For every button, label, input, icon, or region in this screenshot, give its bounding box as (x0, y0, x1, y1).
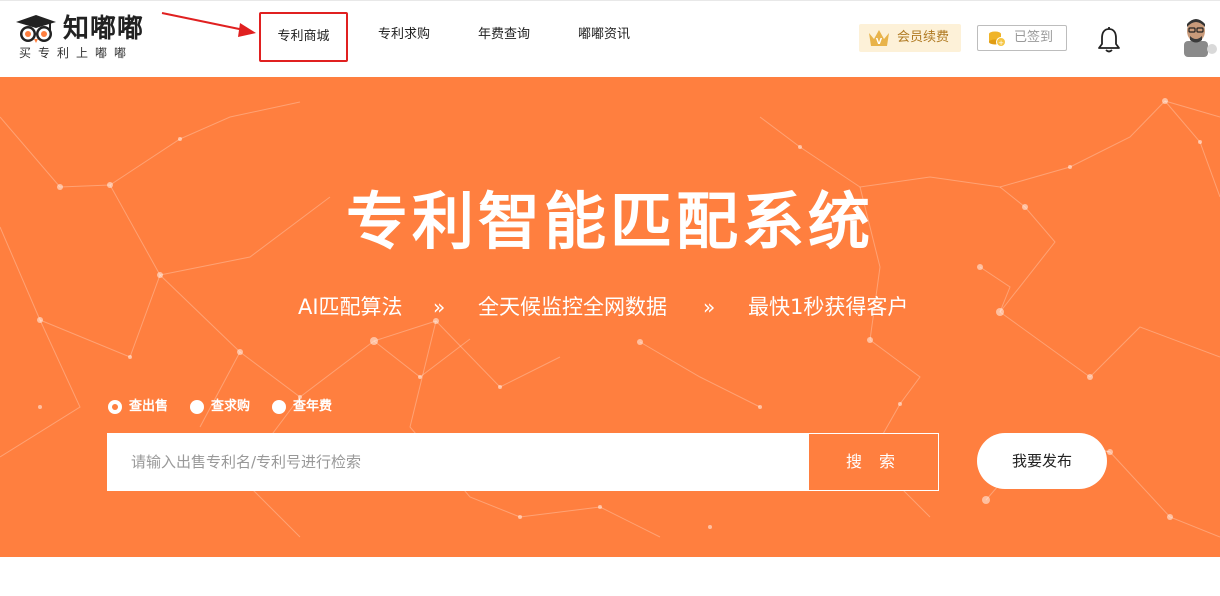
nav-item-patent-request[interactable]: 专利求购 (364, 12, 444, 62)
radio-dot-checked (108, 400, 122, 414)
banner-slogans: AI匹配算法 » 全天候监控全网数据 » 最快1秒获得客户 (0, 290, 1220, 326)
publish-button[interactable]: 我要发布 (977, 433, 1107, 489)
hero-banner: 专利智能匹配系统 AI匹配算法 » 全天候监控全网数据 » 最快1秒获得客户 查… (0, 77, 1220, 557)
logo-slogan: 买专利上嘟嘟 (19, 46, 134, 60)
search-button[interactable]: 搜 索 (808, 433, 939, 491)
signed-in-label: 已签到 (1014, 30, 1054, 45)
radio-label: 查出售 (129, 399, 169, 414)
owl-logo-icon (16, 15, 56, 43)
radio-dot (190, 400, 204, 414)
radio-sell[interactable]: 查出售 (108, 397, 178, 417)
slogan-monitor: 全天候监控全网数据 (478, 295, 667, 319)
signed-in-button[interactable]: + 已签到 (977, 25, 1067, 51)
radio-dot (272, 400, 286, 414)
slogan-fast: 最快1秒获得客户 (748, 295, 909, 319)
slogan-separator: » (433, 295, 446, 319)
coins-icon: + (989, 31, 1006, 47)
svg-text:V: V (876, 37, 883, 46)
radio-label: 查求购 (211, 399, 251, 414)
nav-item-patent-mall[interactable]: 专利商城 (259, 12, 348, 62)
vip-renew-button[interactable]: V 会员续费 (859, 24, 961, 52)
site-logo[interactable]: 知嘟嘟 买专利上嘟嘟 (16, 13, 166, 63)
radio-label: 查年费 (293, 399, 333, 414)
bell-icon[interactable] (1097, 26, 1121, 54)
vip-renew-label: 会员续费 (897, 30, 950, 45)
slogan-ai: AI匹配算法 (298, 295, 403, 319)
search-box (107, 433, 809, 491)
logo-name: 知嘟嘟 (63, 14, 145, 44)
crown-icon: V (869, 30, 889, 46)
radio-annual-fee[interactable]: 查年费 (272, 397, 342, 417)
nav-item-annual-fee[interactable]: 年费查询 (464, 12, 544, 62)
annotation-arrow-icon (161, 12, 256, 37)
slogan-separator: » (703, 295, 716, 319)
banner-title: 专利智能匹配系统 (345, 185, 874, 258)
top-header: 知嘟嘟 买专利上嘟嘟 专利商城 专利求购 年费查询 嘟嘟资讯 V 会员续费 + … (0, 0, 1220, 77)
radio-buy[interactable]: 查求购 (190, 397, 260, 417)
user-avatar[interactable] (1178, 15, 1218, 57)
nav-item-news[interactable]: 嘟嘟资讯 (564, 12, 644, 62)
search-input[interactable] (107, 433, 809, 491)
svg-text:+: + (998, 39, 1004, 47)
